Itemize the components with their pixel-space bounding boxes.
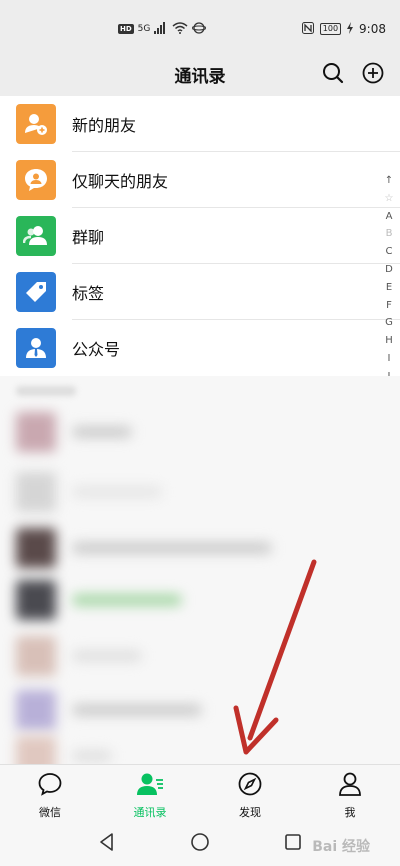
nfc-icon: [301, 21, 314, 37]
tab-label: 微信: [39, 806, 61, 819]
blurred-name: [72, 542, 272, 554]
tab-label: 我: [344, 806, 356, 819]
alpha-index-letter[interactable]: E: [386, 279, 392, 297]
hd-badge: HD: [118, 24, 134, 34]
contacts-icon: [136, 771, 164, 801]
alpha-index-letter[interactable]: F: [386, 297, 392, 315]
avatar: [16, 412, 56, 452]
blurred-contact-row: [0, 464, 400, 520]
blurred-name: [72, 704, 202, 716]
hotspot-icon: [191, 21, 207, 37]
search-icon[interactable]: [320, 60, 346, 86]
blurred-name: [72, 426, 132, 438]
status-right: 100 9:08: [301, 20, 386, 38]
menu-item-label: 仅聊天的朋友: [72, 172, 169, 191]
tab-chats[interactable]: 微信: [0, 765, 100, 822]
network-label: 5G: [137, 24, 151, 34]
watermark: Bai 经验: [312, 839, 370, 855]
group-icon: [16, 216, 56, 256]
charging-icon: [347, 21, 354, 37]
clock: 9:08: [359, 22, 386, 36]
alpha-index-letter[interactable]: H: [385, 332, 393, 350]
chat-friend-icon: [16, 160, 56, 200]
add-friend-icon: [16, 104, 56, 144]
alpha-index-letter[interactable]: ☆: [385, 190, 394, 208]
blurred-name: [72, 750, 112, 762]
menu-item-chat-only-friends[interactable]: 仅聊天的朋友: [0, 152, 400, 208]
alpha-index-letter[interactable]: I: [388, 350, 391, 368]
alpha-index-letter[interactable]: D: [385, 261, 393, 279]
tab-label: 通讯录: [133, 806, 167, 819]
bottom-tab-bar: 微信 通讯录 发现 我: [0, 764, 400, 822]
alpha-index-letter[interactable]: A: [386, 208, 393, 226]
alpha-index-letter[interactable]: G: [385, 314, 393, 332]
official-account-icon: [16, 328, 56, 368]
avatar: [16, 690, 56, 730]
avatar: [16, 472, 56, 512]
avatar: [16, 636, 56, 676]
blurred-contact-row: [0, 728, 400, 764]
menu-item-tags[interactable]: 标签: [0, 264, 400, 320]
tab-label: 发现: [239, 806, 261, 819]
menu-item-group-chats[interactable]: 群聊: [0, 208, 400, 264]
person-icon: [337, 771, 363, 801]
menu-item-label: 公众号: [72, 340, 121, 359]
alpha-index-letter[interactable]: B: [386, 225, 393, 243]
status-left: HD 5G: [118, 20, 207, 38]
status-bar: HD 5G 100 9:08: [0, 0, 400, 52]
chat-bubble-icon: [37, 771, 63, 801]
header: 通讯录: [0, 52, 400, 96]
menu-item-official-accounts[interactable]: 公众号: [0, 320, 400, 376]
plus-circle-icon[interactable]: [360, 60, 386, 86]
menu-item-label: 新的朋友: [72, 116, 137, 135]
blurred-contacts-list: [0, 376, 400, 764]
tag-icon: [16, 272, 56, 312]
avatar: [16, 528, 56, 568]
signal-icon: [154, 21, 168, 37]
blurred-name: [72, 594, 182, 606]
blurred-contact-row: [0, 404, 400, 460]
tab-discover[interactable]: 发现: [200, 765, 300, 822]
blurred-contact-row: [0, 520, 400, 576]
menu-item-label: 标签: [72, 284, 105, 303]
alpha-index-letter[interactable]: C: [386, 243, 393, 261]
alphabet-index[interactable]: ↑ ☆ A B C D E F G H I J K: [382, 172, 396, 403]
blurred-name: [72, 650, 142, 662]
recents-icon[interactable]: [283, 832, 303, 856]
home-icon[interactable]: [190, 832, 210, 856]
avatar: [16, 580, 56, 620]
blurred-section-header: [16, 386, 76, 396]
blurred-contact-row: [0, 572, 400, 628]
back-icon[interactable]: [97, 832, 117, 856]
compass-icon: [237, 771, 263, 801]
battery-indicator: 100: [319, 23, 342, 35]
contacts-menu: 新的朋友 仅聊天的朋友 群聊 标签 公众号: [0, 96, 400, 376]
menu-item-label: 群聊: [72, 228, 105, 247]
wifi-icon: [172, 21, 188, 37]
blurred-contact-row: [0, 628, 400, 684]
menu-item-new-friends[interactable]: 新的朋友: [0, 96, 400, 152]
alpha-index-letter[interactable]: ↑: [385, 172, 393, 190]
avatar: [16, 736, 56, 764]
blurred-name: [72, 486, 162, 498]
tab-contacts[interactable]: 通讯录: [100, 765, 200, 822]
tab-me[interactable]: 我: [300, 765, 400, 822]
